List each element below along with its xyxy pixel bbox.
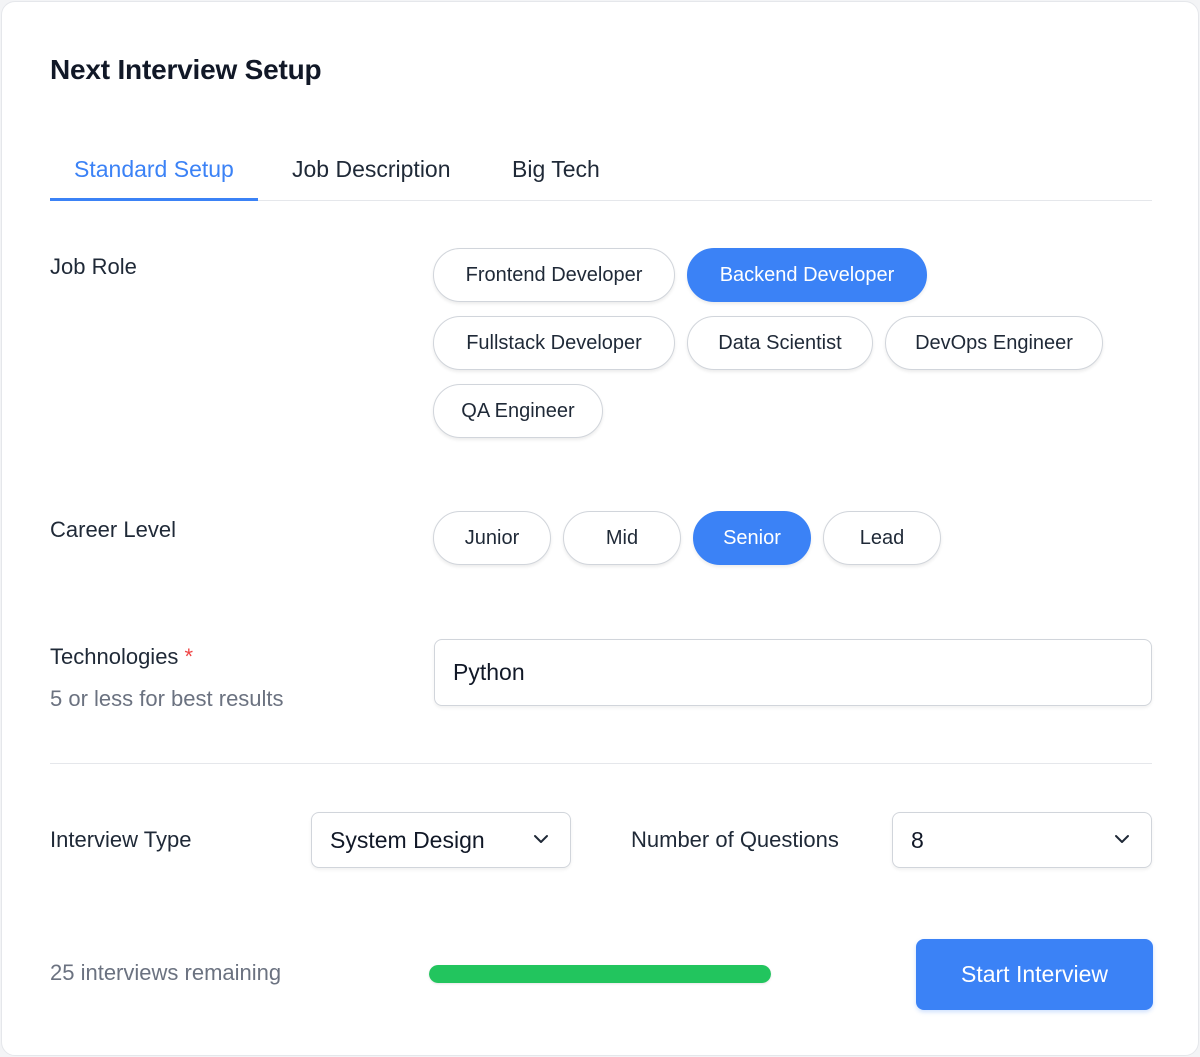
career-level-chip-junior[interactable]: Junior	[433, 511, 551, 565]
page-title: Next Interview Setup	[50, 54, 321, 86]
tab-big-tech[interactable]: Big Tech	[512, 138, 600, 200]
career-level-chip-mid[interactable]: Mid	[563, 511, 681, 565]
interview-type-select[interactable]: System Design	[311, 812, 571, 868]
interview-type-value: System Design	[330, 813, 485, 867]
tab-standard-setup[interactable]: Standard Setup	[50, 138, 258, 201]
interviews-progress-fill	[429, 965, 771, 983]
technologies-input[interactable]	[434, 639, 1152, 706]
job-role-chip-devops-engineer[interactable]: DevOps Engineer	[885, 316, 1103, 370]
chevron-down-icon	[532, 830, 550, 848]
job-role-chip-frontend-developer[interactable]: Frontend Developer	[433, 248, 675, 302]
career-level-label: Career Level	[50, 517, 176, 543]
start-interview-button[interactable]: Start Interview	[916, 939, 1153, 1010]
job-role-label: Job Role	[50, 254, 137, 280]
career-level-chip-lead[interactable]: Lead	[823, 511, 941, 565]
interview-setup-card: Next Interview Setup Standard Setup Job …	[1, 1, 1199, 1056]
tab-job-description[interactable]: Job Description	[292, 138, 451, 200]
interviews-remaining-text: 25 interviews remaining	[50, 960, 281, 986]
career-level-chip-senior[interactable]: Senior	[693, 511, 811, 565]
job-role-chip-data-scientist[interactable]: Data Scientist	[687, 316, 873, 370]
technologies-hint: 5 or less for best results	[50, 686, 284, 712]
required-marker: *	[184, 644, 193, 669]
interview-type-label: Interview Type	[50, 827, 191, 853]
job-role-chip-fullstack-developer[interactable]: Fullstack Developer	[433, 316, 675, 370]
setup-tabs: Standard Setup Job Description Big Tech	[50, 138, 1152, 201]
technologies-label-text: Technologies	[50, 644, 178, 669]
section-divider	[50, 763, 1152, 764]
chevron-down-icon	[1113, 830, 1131, 848]
job-role-chip-backend-developer[interactable]: Backend Developer	[687, 248, 927, 302]
interviews-progress-bar	[429, 965, 771, 983]
technologies-label: Technologies*	[50, 644, 193, 670]
num-questions-label: Number of Questions	[631, 827, 839, 853]
num-questions-select[interactable]: 8	[892, 812, 1152, 868]
job-role-chip-qa-engineer[interactable]: QA Engineer	[433, 384, 603, 438]
num-questions-value: 8	[911, 813, 924, 867]
